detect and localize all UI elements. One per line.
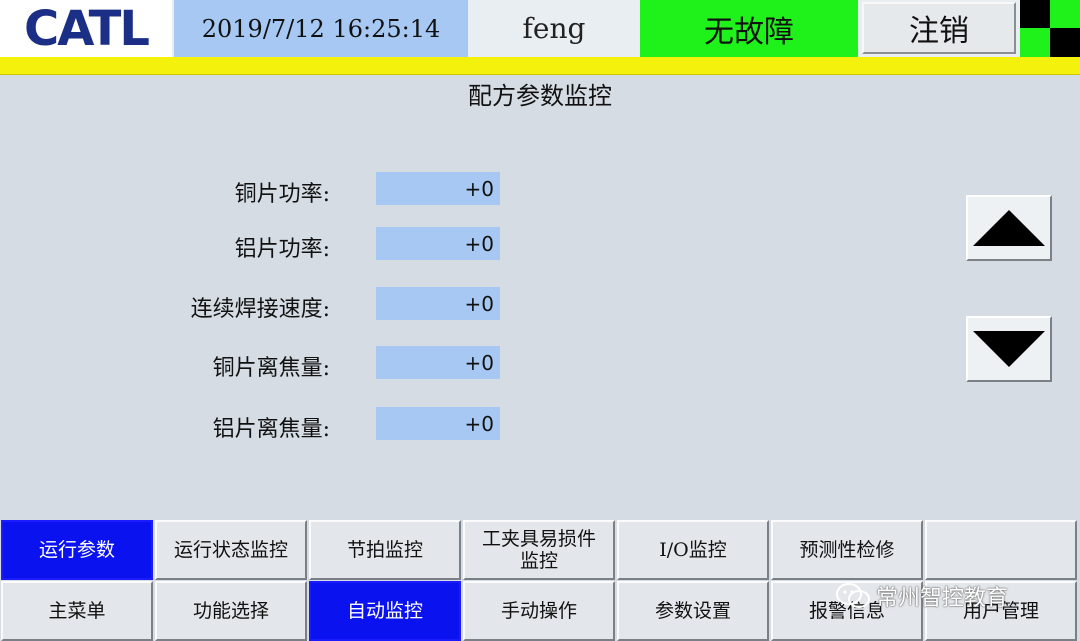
- nav-top-button-2[interactable]: 节拍监控: [309, 520, 461, 580]
- nav-bottom-button-6[interactable]: 用户管理: [925, 581, 1077, 641]
- nav-top-button-0[interactable]: 运行参数: [1, 520, 153, 580]
- nav-bottom-label-6: 用户管理: [962, 600, 1039, 622]
- param-label-copper-power: 铜片功率:: [234, 182, 330, 207]
- param-value-copper-power[interactable]: +0: [376, 172, 500, 205]
- param-value-aluminum-power[interactable]: +0: [376, 227, 500, 260]
- alarm-strip: [0, 57, 1080, 75]
- nav-bottom-label-0: 主菜单: [48, 600, 106, 622]
- nav-top-label-2: 节拍监控: [346, 539, 423, 561]
- fault-status-indicator: 无故障: [640, 0, 858, 57]
- nav-bottom-label-5: 报警信息: [808, 600, 885, 622]
- current-user: feng: [470, 0, 638, 57]
- nav-bottom-button-2[interactable]: 自动监控: [309, 581, 461, 641]
- catl-logo: CATL: [0, 0, 172, 57]
- param-value-copper-defocus[interactable]: +0: [376, 346, 500, 379]
- nav-bottom-label-4: 参数设置: [654, 600, 731, 622]
- param-label-aluminum-power: 铝片功率:: [234, 237, 330, 262]
- arrow-down-icon: [973, 331, 1045, 367]
- nav-top-button-6[interactable]: [925, 520, 1077, 580]
- param-label-weld-speed: 连续焊接速度:: [190, 297, 330, 322]
- checker-icon: [1020, 0, 1080, 57]
- nav-bottom-button-4[interactable]: 参数设置: [617, 581, 769, 641]
- nav-top-label-4: I/O监控: [659, 539, 727, 561]
- arrow-up-icon: [973, 210, 1045, 246]
- page-title: 配方参数监控: [468, 82, 612, 110]
- nav-bottom-button-5[interactable]: 报警信息: [771, 581, 923, 641]
- nav-top-label-1: 运行状态监控: [173, 539, 288, 561]
- param-value-aluminum-defocus[interactable]: +0: [376, 407, 500, 440]
- nav-top-button-5[interactable]: 预测性检修: [771, 520, 923, 580]
- header-bar: CATL 2019/7/12 16:25:14 feng 无故障 注销: [0, 0, 1080, 57]
- param-value-weld-speed[interactable]: +0: [376, 287, 500, 320]
- logout-button[interactable]: 注销: [862, 2, 1016, 54]
- scroll-up-button[interactable]: [966, 195, 1052, 261]
- scroll-down-button[interactable]: [966, 316, 1052, 382]
- nav-bottom-button-3[interactable]: 手动操作: [463, 581, 615, 641]
- nav-top-button-1[interactable]: 运行状态监控: [155, 520, 307, 580]
- nav-top-label-0: 运行参数: [38, 539, 115, 561]
- datetime-display: 2019/7/12 16:25:14: [174, 0, 468, 57]
- nav-top-label-3: 工夹具易损件 监控: [481, 528, 596, 572]
- nav-bottom-button-0[interactable]: 主菜单: [1, 581, 153, 641]
- nav-top-button-3[interactable]: 工夹具易损件 监控: [463, 520, 615, 580]
- nav-bottom-button-1[interactable]: 功能选择: [155, 581, 307, 641]
- nav-top-button-4[interactable]: I/O监控: [617, 520, 769, 580]
- param-label-copper-defocus: 铜片离焦量:: [212, 356, 330, 381]
- param-label-aluminum-defocus: 铝片离焦量:: [212, 417, 330, 442]
- nav-bottom-label-1: 功能选择: [192, 600, 269, 622]
- logo-text: CATL: [24, 0, 150, 57]
- nav-bottom-label-2: 自动监控: [346, 600, 423, 622]
- nav-bottom-label-3: 手动操作: [500, 600, 577, 622]
- nav-top-label-5: 预测性检修: [799, 539, 895, 561]
